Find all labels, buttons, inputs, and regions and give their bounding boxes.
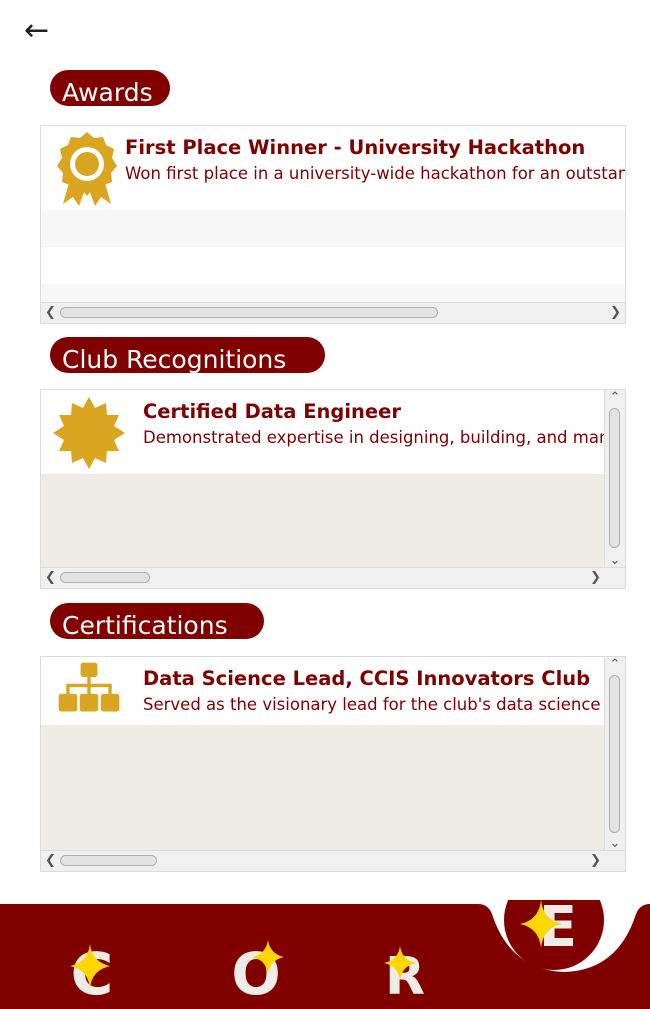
certification-description: Served as the visionary lead for the clu… [143, 695, 626, 714]
club-recognitions-heading: Club Recognitions [50, 337, 325, 373]
club-recognitions-list[interactable]: Certified Data Engineer Demonstrated exp… [40, 389, 626, 589]
award-badge-icon [57, 132, 117, 206]
nav-letter: R [385, 947, 425, 1007]
horizontal-scrollbar[interactable]: ❮ ❯ [41, 850, 625, 871]
scroll-right-icon[interactable]: ❯ [590, 568, 601, 588]
certification-title: Data Science Lead, CCIS Innovators Club [143, 667, 591, 690]
scroll-down-icon[interactable]: ⌄ [605, 836, 625, 851]
back-icon[interactable]: ← [24, 14, 49, 48]
horizontal-scrollbar[interactable]: ❮ ❯ [41, 302, 625, 323]
awards-list[interactable]: First Place Winner - University Hackatho… [40, 125, 626, 324]
nav-letter: O [231, 940, 280, 1008]
horizontal-scrollbar[interactable]: ❮ ❯ [41, 567, 625, 588]
awards-heading: Awards [50, 70, 170, 106]
bottom-navigation: C O R E [0, 900, 650, 1009]
scroll-right-icon[interactable]: ❯ [610, 303, 621, 323]
scroll-up-icon[interactable]: ⌃ [605, 657, 625, 672]
scroll-left-icon[interactable]: ❮ [45, 303, 56, 323]
scroll-left-icon[interactable]: ❮ [45, 851, 56, 871]
list-item[interactable]: First Place Winner - University Hackatho… [41, 126, 625, 210]
award-description: Won first place in a university-wide hac… [125, 164, 626, 183]
certifications-heading: Certifications [50, 603, 264, 639]
scroll-up-icon[interactable]: ⌃ [605, 390, 625, 405]
scroll-left-icon[interactable]: ❮ [45, 568, 56, 588]
recognition-title: Certified Data Engineer [143, 400, 401, 423]
nav-item-r[interactable]: R [384, 946, 425, 1007]
award-title: First Place Winner - University Hackatho… [125, 136, 586, 159]
scroll-down-icon[interactable]: ⌄ [605, 553, 625, 568]
org-chart-icon [58, 662, 120, 712]
seal-badge-icon [53, 397, 125, 469]
list-item[interactable]: Data Science Lead, CCIS Innovators Club … [41, 657, 625, 725]
nav-item-c[interactable]: C [70, 940, 113, 1008]
certifications-list[interactable]: Data Science Lead, CCIS Innovators Club … [40, 656, 626, 872]
vertical-scrollbar[interactable]: ⌃ ⌄ [604, 390, 625, 568]
vertical-scrollbar[interactable]: ⌃ ⌄ [604, 657, 625, 851]
list-item[interactable]: Certified Data Engineer Demonstrated exp… [41, 390, 625, 474]
nav-item-o[interactable]: O [231, 940, 284, 1008]
recognition-description: Demonstrated expertise in designing, bui… [143, 428, 626, 447]
scroll-right-icon[interactable]: ❯ [590, 851, 601, 871]
